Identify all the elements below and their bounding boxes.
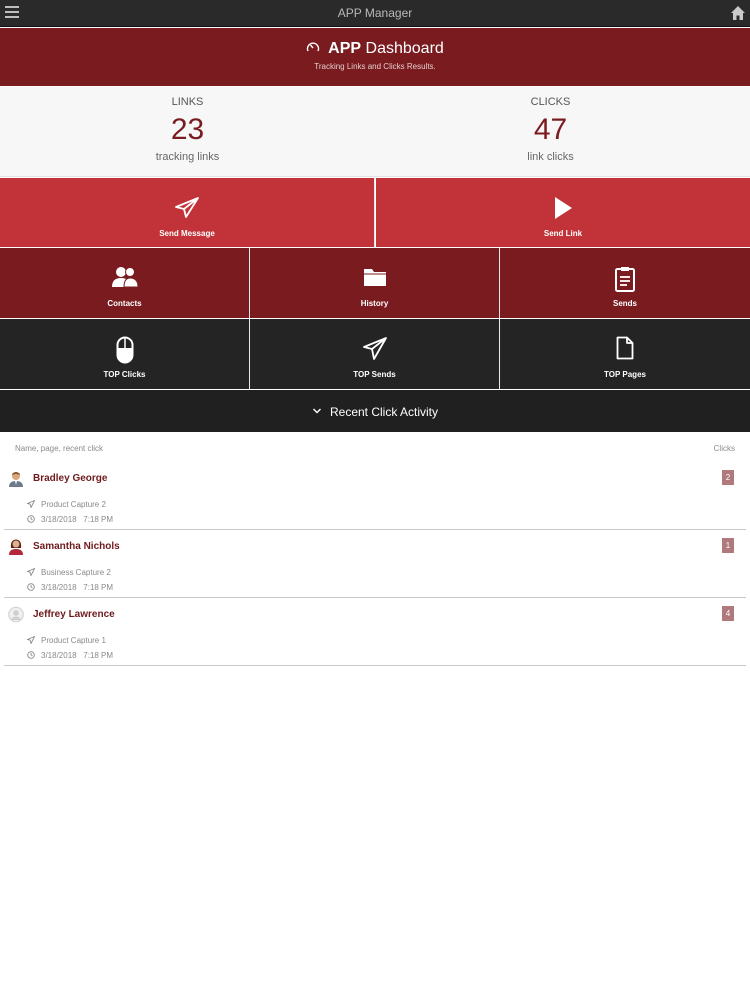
page-icon xyxy=(616,336,634,360)
top-clicks-label: TOP Clicks xyxy=(103,370,146,379)
contacts-icon xyxy=(111,267,139,288)
top-pages-tile[interactable]: TOP Pages xyxy=(500,319,750,389)
title-rest: Dashboard xyxy=(365,40,444,57)
top-clicks-tile[interactable]: TOP Clicks xyxy=(0,319,250,389)
clicks-badge: 1 xyxy=(722,538,734,553)
item-page-text: Business Capture 2 xyxy=(41,568,111,577)
recent-click-activity-toggle[interactable]: Recent Click Activity xyxy=(0,390,750,432)
clock-icon xyxy=(27,515,35,523)
item-date: 3/18/2018 xyxy=(41,583,77,592)
links-stat: LINKS 23 tracking links xyxy=(0,87,375,177)
top-pages-label: TOP Pages xyxy=(604,370,646,379)
contact-name: Samantha Nichols xyxy=(33,541,120,552)
links-label: LINKS xyxy=(171,96,204,108)
sends-tile[interactable]: Sends xyxy=(500,248,750,318)
folder-icon xyxy=(363,269,386,286)
page-title: APP Dashboard xyxy=(0,40,750,58)
clicks-badge: 2 xyxy=(722,470,734,485)
stats-panel: LINKS 23 tracking links CLICKS 47 link c… xyxy=(0,87,750,177)
recent-label: Recent Click Activity xyxy=(329,405,439,419)
list-item[interactable]: Bradley George 2 Product Capture 2 3/18/… xyxy=(4,462,746,530)
clipboard-icon xyxy=(615,267,635,292)
clicks-stat: CLICKS 47 link clicks xyxy=(363,87,738,177)
paper-plane-icon xyxy=(27,636,35,644)
gauge-icon xyxy=(306,42,320,52)
item-time-text: 7:18 PM xyxy=(83,583,114,592)
clicks-label: CLICKS xyxy=(530,96,571,108)
paper-plane-icon xyxy=(175,197,199,218)
clicks-badge: 4 xyxy=(722,606,734,621)
play-icon xyxy=(555,197,572,219)
home-icon[interactable] xyxy=(730,4,746,22)
contacts-tile[interactable]: Contacts xyxy=(0,248,250,318)
item-time: 3/18/2018 7:18 PM xyxy=(27,583,113,592)
avatar xyxy=(8,470,24,487)
list-header-right: Clicks xyxy=(713,444,735,453)
item-page: Product Capture 1 xyxy=(27,636,106,645)
list-item[interactable]: Samantha Nichols 1 Business Capture 2 3/… xyxy=(4,530,746,598)
item-page-text: Product Capture 1 xyxy=(41,636,106,645)
paper-plane-icon xyxy=(27,500,35,508)
links-sub: tracking links xyxy=(155,151,220,163)
avatar xyxy=(8,606,24,623)
item-date: 3/18/2018 xyxy=(41,651,77,660)
top-sends-tile[interactable]: TOP Sends xyxy=(250,319,500,389)
send-message-tile[interactable]: Send Message xyxy=(0,178,375,247)
item-time: 3/18/2018 7:18 PM xyxy=(27,515,113,524)
send-link-tile[interactable]: Send Link xyxy=(376,178,750,247)
page-subtitle: Tracking Links and Clicks Results. xyxy=(314,62,436,71)
list-header-left: Name, page, recent click xyxy=(15,444,104,453)
list-item[interactable]: Jeffrey Lawrence 4 Product Capture 1 3/1… xyxy=(4,598,746,666)
contact-name: Jeffrey Lawrence xyxy=(33,609,115,620)
contacts-label: Contacts xyxy=(107,299,142,308)
clicks-sub: link clicks xyxy=(527,151,574,163)
chevron-down-icon xyxy=(312,408,321,414)
clicks-value: 47 xyxy=(533,113,568,146)
avatar xyxy=(8,538,24,555)
sends-label: Sends xyxy=(612,299,637,308)
history-tile[interactable]: History xyxy=(250,248,500,318)
clock-icon xyxy=(27,583,35,591)
send-message-label: Send Message xyxy=(159,229,215,238)
mouse-icon xyxy=(116,336,133,364)
item-page: Product Capture 2 xyxy=(27,500,106,509)
item-date: 3/18/2018 xyxy=(41,515,77,524)
top-sends-label: TOP Sends xyxy=(353,370,396,379)
app-title: APP Manager xyxy=(337,6,413,20)
item-time: 3/18/2018 7:18 PM xyxy=(27,651,113,660)
paper-plane-icon xyxy=(27,568,35,576)
paper-plane-icon xyxy=(362,337,387,360)
title-bold: APP xyxy=(328,40,362,57)
links-value: 23 xyxy=(170,113,205,146)
clock-icon xyxy=(27,651,35,659)
contact-name: Bradley George xyxy=(33,473,108,484)
item-time-text: 7:18 PM xyxy=(83,515,114,524)
item-time-text: 7:18 PM xyxy=(83,651,114,660)
history-label: History xyxy=(360,299,389,308)
item-page-text: Product Capture 2 xyxy=(41,500,106,509)
item-page: Business Capture 2 xyxy=(27,568,111,577)
send-link-label: Send Link xyxy=(543,229,583,238)
top-bar: APP Manager xyxy=(0,0,750,27)
dashboard-header: APP Dashboard Tracking Links and Clicks … xyxy=(0,28,750,86)
